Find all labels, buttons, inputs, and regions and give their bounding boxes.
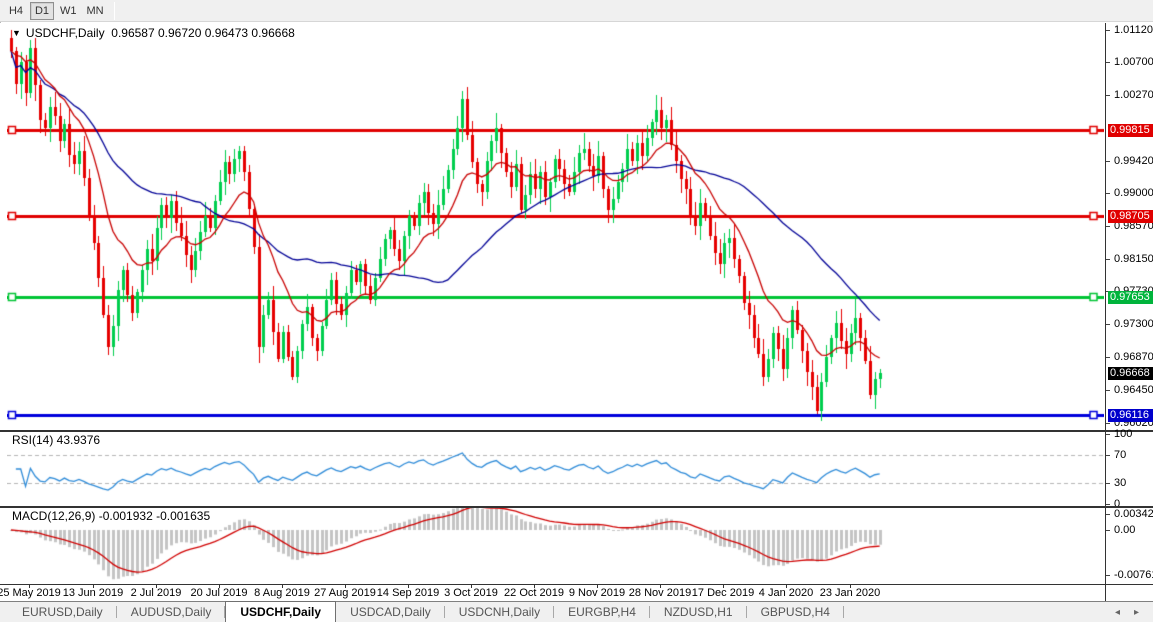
price-tick-label: 0.97300 [1114,318,1153,330]
macd-tick-mark [1106,575,1110,576]
price-tick-label: 1.01120 [1114,24,1153,36]
price-tick-label: 0.99000 [1114,187,1153,199]
price-badge: 0.96116 [1108,409,1153,422]
macd-tick-label: 0.00 [1114,524,1135,536]
rsi-tick-mark [1106,483,1110,484]
price-scale[interactable]: 1.011201.007001.002700.994200.990000.985… [1105,23,1153,430]
date-tick-label: 27 Aug 2019 [314,587,376,599]
symbol-dropdown-icon[interactable]: ▼ [12,28,21,38]
price-badge: 0.99815 [1108,124,1153,137]
macd-label: MACD(12,26,9) -0.001932 -0.001635 [12,509,210,523]
rsi-pane: RSI(14) 43.9376 10070300 [0,432,1153,506]
rsi-tick-mark [1106,434,1110,435]
macd-scale[interactable]: 0.003428 0.00 -0.007615 [1105,508,1153,584]
chart-tab-bar: EURUSD,DailyAUDUSD,DailyUSDCHF,DailyUSDC… [0,601,1153,622]
date-tick-label: 2 Jul 2019 [131,587,182,599]
timeframe-button-mn[interactable]: MN [83,2,108,20]
price-tick-mark [1106,193,1110,194]
price-badge: 0.97653 [1108,291,1153,304]
main-chart-canvas[interactable] [7,23,1104,429]
rsi-label: RSI(14) 43.9376 [12,433,100,447]
rsi-tick-label: 100 [1114,428,1132,440]
timeframe-toolbar: H4 D1 W1 MN [0,0,1153,22]
chart-area: ▼ USDCHF,Daily 0.96587 0.96720 0.96473 0.… [0,22,1153,601]
price-badge: 0.96668 [1108,367,1153,380]
price-tick-mark [1106,95,1110,96]
macd-tick-mark [1106,514,1110,515]
date-tick-label: 9 Nov 2019 [569,587,625,599]
macd-tick-label: 0.003428 [1114,508,1153,520]
tab-scroll-right-button[interactable]: ▸ [1134,607,1139,618]
chart-tab-usdchf-daily[interactable]: USDCHF,Daily [225,601,336,622]
macd-tick-label: -0.007615 [1114,569,1153,581]
chart-tab-nzdusd-h1[interactable]: NZDUSD,H1 [650,602,747,622]
price-tick-label: 0.98150 [1114,253,1153,265]
chart-tab-eurusd-daily[interactable]: EURUSD,Daily [8,602,117,622]
date-tick-label: 17 Dec 2019 [692,587,754,599]
chart-tab-usdcnh-daily[interactable]: USDCNH,Daily [445,602,554,622]
price-tick-label: 1.00270 [1114,89,1153,101]
toolbar-separator [114,2,115,20]
timeframe-button-h4[interactable]: H4 [4,2,28,20]
date-tick-label: 23 Jan 2020 [820,587,881,599]
main-price-pane: ▼ USDCHF,Daily 0.96587 0.96720 0.96473 0.… [0,23,1153,430]
rsi-tick-mark [1106,504,1110,505]
date-axis[interactable]: 25 May 201913 Jun 2019 2 Jul 2019 20 Jul 2… [0,585,1153,601]
date-tick-label: 3 Oct 2019 [444,587,498,599]
price-tick-mark [1106,226,1110,227]
price-tick-mark [1106,357,1110,358]
chart-tab-eurgbp-h4[interactable]: EURGBP,H4 [554,602,650,622]
price-tick-mark [1106,324,1110,325]
chart-tab-gbpusd-h4[interactable]: GBPUSD,H4 [747,602,844,622]
price-tick-label: 1.00700 [1114,56,1153,68]
price-tick-mark [1106,30,1110,31]
date-tick-label: 22 Oct 2019 [504,587,564,599]
timeframe-button-d1[interactable]: D1 [30,2,54,20]
price-tick-mark [1106,161,1110,162]
mt4-window: H4 D1 W1 MN ▼ USDCHF,Daily 0.96587 0.9672… [0,0,1153,622]
rsi-scale[interactable]: 10070300 [1105,432,1153,506]
price-tick-mark [1106,390,1110,391]
chart-ohlc-values: 0.96587 0.96720 0.96473 0.96668 [111,26,295,40]
price-tick-mark [1106,259,1110,260]
rsi-tick-label: 30 [1114,477,1126,489]
price-tick-mark [1106,423,1110,424]
date-axis-corner [1105,585,1153,601]
chart-title: ▼ USDCHF,Daily 0.96587 0.96720 0.96473 0.… [12,26,295,40]
date-tick-label: 4 Jan 2020 [759,587,813,599]
rsi-tick-label: 70 [1114,449,1126,461]
price-tick-mark [1106,62,1110,63]
price-tick-label: 0.99420 [1114,155,1153,167]
price-tick-label: 0.96870 [1114,351,1153,363]
date-tick-label: 13 Jun 2019 [63,587,124,599]
chart-symbol-label: USDCHF,Daily [26,26,105,40]
date-tick-label: 25 May 2019 [0,587,61,599]
chart-tab-audusd-daily[interactable]: AUDUSD,Daily [117,602,226,622]
chart-tab-usdcad-daily[interactable]: USDCAD,Daily [336,602,445,622]
date-tick-label: 20 Jul 2019 [191,587,248,599]
price-tick-label: 0.96450 [1114,384,1153,396]
macd-tick-mark [1106,530,1110,531]
rsi-canvas[interactable] [7,432,1104,506]
rsi-tick-mark [1106,455,1110,456]
date-tick-label: 14 Sep 2019 [377,587,439,599]
date-tick-label: 8 Aug 2019 [254,587,310,599]
macd-pane: MACD(12,26,9) -0.001932 -0.001635 0.0034… [0,508,1153,584]
timeframe-button-w1[interactable]: W1 [56,2,81,20]
date-tick-label: 28 Nov 2019 [629,587,691,599]
tab-scroll-left-button[interactable]: ◂ [1115,607,1120,618]
price-badge: 0.98705 [1108,210,1153,223]
